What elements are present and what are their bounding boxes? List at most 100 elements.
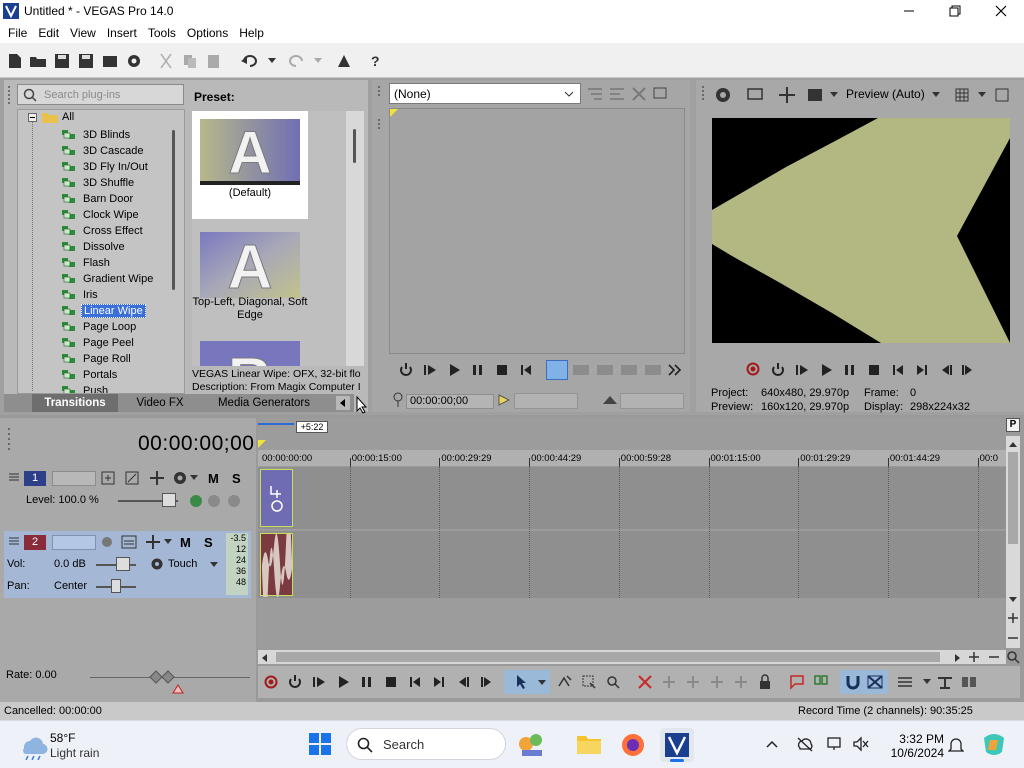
gear-icon[interactable] bbox=[124, 51, 144, 71]
normal-edit-tool-button[interactable] bbox=[504, 670, 550, 694]
loop-icon[interactable] bbox=[770, 362, 786, 378]
trimmer-timecode[interactable]: 00:00:00;00 bbox=[406, 394, 494, 409]
preview-grip-icon[interactable] bbox=[700, 84, 708, 106]
next-frame-icon[interactable] bbox=[478, 674, 496, 690]
menu-view[interactable]: View bbox=[66, 26, 100, 40]
scroll-down-icon[interactable] bbox=[1008, 596, 1018, 604]
grid-overlay-icon[interactable] bbox=[954, 87, 970, 103]
track-composite-icons[interactable] bbox=[188, 492, 248, 510]
trimmer-grip-icon[interactable] bbox=[376, 84, 384, 129]
tree-item[interactable]: Push bbox=[62, 383, 110, 393]
menu-help[interactable]: Help bbox=[235, 26, 268, 40]
split-icon[interactable] bbox=[732, 674, 750, 690]
auto-ripple-icon[interactable] bbox=[896, 674, 914, 690]
preview-screen[interactable] bbox=[712, 118, 1010, 343]
copy-icon[interactable] bbox=[180, 51, 200, 71]
in-point-icon[interactable] bbox=[498, 394, 510, 406]
arm-record-icon[interactable] bbox=[100, 535, 114, 549]
loop-region-bar[interactable] bbox=[258, 423, 294, 425]
selection-tool-icon[interactable] bbox=[580, 674, 598, 690]
scroll-up-icon[interactable] bbox=[1008, 440, 1018, 448]
tab-media-generators[interactable]: Media Generators bbox=[210, 394, 318, 412]
record-icon[interactable] bbox=[262, 674, 280, 690]
chevron-down-icon[interactable] bbox=[164, 539, 172, 545]
plugin-tree[interactable]: All 3D Blinds 3D Cascade 3D Fly In/Out 3D S… bbox=[17, 109, 185, 394]
notification-bell-icon[interactable] bbox=[948, 736, 964, 754]
preset-third[interactable]: B bbox=[192, 333, 308, 366]
chevron-down-icon[interactable] bbox=[190, 475, 198, 481]
cloud-sync-off-icon[interactable] bbox=[796, 736, 814, 752]
play-from-start-icon[interactable] bbox=[422, 362, 438, 378]
chevron-down-icon[interactable] bbox=[932, 92, 940, 98]
trim-start-icon[interactable] bbox=[684, 674, 702, 690]
tree-item[interactable]: Barn Door bbox=[62, 191, 135, 207]
undo-dropdown-icon[interactable] bbox=[262, 51, 282, 71]
compositing-mode-icon[interactable] bbox=[148, 470, 166, 486]
menu-file[interactable]: File bbox=[4, 26, 31, 40]
chevron-down-icon[interactable] bbox=[918, 674, 936, 690]
marker-p-icon[interactable]: P bbox=[1006, 418, 1020, 432]
vertical-scroll-thumb[interactable] bbox=[1008, 452, 1018, 544]
file-explorer-icon[interactable] bbox=[576, 732, 602, 758]
level-slider-thumb[interactable] bbox=[162, 493, 176, 507]
preview-mode[interactable]: Preview (Auto) bbox=[846, 87, 925, 101]
automation-mode[interactable]: Touch bbox=[168, 558, 197, 570]
close-icon[interactable] bbox=[978, 0, 1024, 22]
undo-icon[interactable] bbox=[240, 51, 260, 71]
weather-widget[interactable]: 58°F Light rain bbox=[14, 730, 114, 762]
trimmer-zoom-icon[interactable] bbox=[602, 394, 618, 406]
rate-reset-icon[interactable] bbox=[172, 684, 184, 694]
region-icon[interactable] bbox=[812, 674, 830, 690]
tree-item[interactable]: Iris bbox=[62, 287, 100, 303]
menu-tools[interactable]: Tools bbox=[144, 26, 180, 40]
tree-item[interactable]: Page Loop bbox=[62, 319, 138, 335]
trim-tool-icon[interactable] bbox=[586, 86, 604, 102]
solo-button[interactable]: S bbox=[204, 535, 213, 550]
new-file-icon[interactable] bbox=[5, 51, 25, 71]
trim-start-icon[interactable] bbox=[596, 362, 614, 378]
external-monitor-icon[interactable] bbox=[746, 86, 764, 104]
vol-slider-thumb[interactable] bbox=[116, 557, 130, 571]
track-expand-icon[interactable] bbox=[8, 535, 20, 547]
track-gear-icon[interactable] bbox=[172, 470, 188, 486]
video-event-clip[interactable] bbox=[260, 469, 293, 527]
tree-scrollbar[interactable] bbox=[170, 112, 180, 394]
pause-icon[interactable] bbox=[358, 674, 376, 690]
pin-icon[interactable] bbox=[392, 392, 404, 408]
cut-icon[interactable] bbox=[156, 51, 176, 71]
horizontal-scroll-thumb[interactable] bbox=[276, 652, 940, 662]
windows-start-icon[interactable] bbox=[308, 732, 334, 758]
audio-track-lane[interactable] bbox=[258, 531, 1006, 598]
tab-scroll-left-icon[interactable] bbox=[336, 396, 350, 410]
save-as-icon[interactable] bbox=[76, 51, 96, 71]
track-motion-icon[interactable] bbox=[100, 470, 116, 486]
tray-chevron-up-icon[interactable] bbox=[766, 740, 778, 748]
redo-icon[interactable] bbox=[286, 51, 306, 71]
tree-item[interactable]: 3D Fly In/Out bbox=[62, 159, 150, 175]
firefox-icon[interactable] bbox=[620, 732, 646, 758]
volume-muted-icon[interactable] bbox=[852, 736, 870, 752]
event-fx-icon[interactable] bbox=[267, 484, 287, 514]
open-folder-icon[interactable] bbox=[28, 51, 48, 71]
loop-icon[interactable] bbox=[286, 674, 304, 690]
preview-copy-icon[interactable] bbox=[994, 87, 1010, 103]
tree-scroll-thumb[interactable] bbox=[172, 130, 175, 290]
play-icon[interactable] bbox=[334, 674, 352, 690]
chevron-down-icon[interactable] bbox=[978, 92, 986, 98]
timeline-horizontal-scrollbar[interactable] bbox=[258, 650, 1006, 664]
play-icon[interactable] bbox=[818, 362, 834, 378]
trim-tool-2-icon[interactable] bbox=[608, 86, 626, 102]
track-fx-icon[interactable] bbox=[120, 534, 138, 550]
taskbar-search-box[interactable]: Search bbox=[346, 728, 506, 760]
menu-options[interactable]: Options bbox=[183, 26, 232, 40]
stop-icon[interactable] bbox=[382, 674, 400, 690]
fit-icon[interactable] bbox=[644, 362, 662, 378]
zoom-out-horizontal-icon[interactable] bbox=[988, 651, 1000, 663]
record-icon[interactable] bbox=[746, 362, 760, 376]
magnet-snap-icon[interactable] bbox=[844, 673, 862, 691]
tree-item[interactable]: Gradient Wipe bbox=[62, 271, 155, 287]
search-highlight-icon[interactable] bbox=[514, 730, 548, 760]
chevron-down-icon[interactable] bbox=[210, 562, 218, 568]
panel-grip-icon[interactable] bbox=[6, 84, 14, 106]
delete-icon[interactable] bbox=[636, 674, 654, 690]
